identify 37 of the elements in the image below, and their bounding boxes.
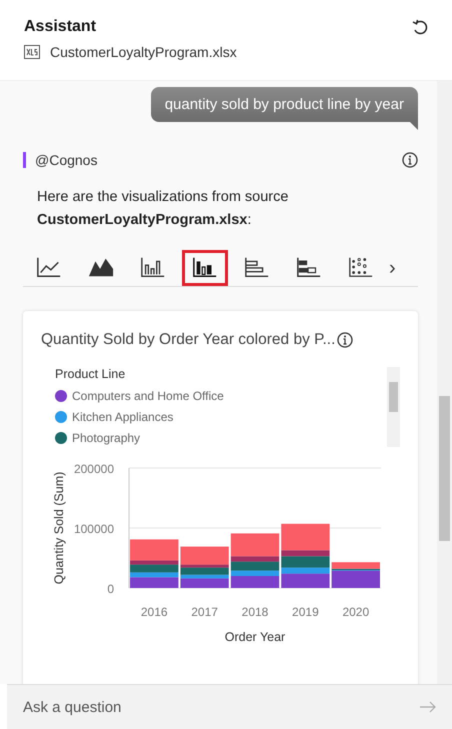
x-tick-label: 2020 (342, 605, 370, 619)
bar-chart-icon (244, 255, 270, 279)
stacked-bar-chart-icon (296, 255, 322, 279)
spreadsheet-file-icon (24, 45, 40, 59)
reset-icon[interactable] (412, 19, 428, 35)
chart-type-tab[interactable] (182, 250, 228, 286)
sender-name: @Cognos (23, 152, 98, 168)
legend-label: Kitchen Appliances (72, 410, 174, 424)
legend-label: Computers and Home Office (72, 388, 224, 402)
y-tick-label: 100000 (74, 522, 114, 536)
scrollbar[interactable] (437, 81, 452, 684)
legend-scrollbar[interactable] (387, 367, 400, 447)
stacked-column-chart-icon (192, 255, 218, 279)
y-tick-label: 200000 (74, 462, 114, 476)
user-message: quantity sold by product line by year (150, 87, 418, 122)
x-tick-label: 2016 (140, 605, 168, 619)
x-tick-label: 2018 (242, 605, 268, 619)
next-button[interactable]: › (387, 256, 398, 280)
scatter-chart-icon (348, 255, 374, 279)
y-tick-label: 0 (107, 582, 114, 596)
x-axis-title: Order Year (224, 630, 286, 644)
column-chart-icon (140, 255, 166, 279)
chart-title: Quantity Sold by Order Year colored by P... (41, 331, 336, 349)
info-icon[interactable] (402, 152, 418, 168)
x-tick-label: 2017 (191, 605, 218, 619)
file-name: CustomerLoyaltyProgram.xlsx (50, 44, 237, 60)
legend-title: Product Line (55, 367, 126, 381)
info-icon[interactable] (337, 332, 354, 348)
y-axis-title: Quantity Sold (Sum) (52, 472, 66, 584)
legend-label: Photography (72, 430, 140, 444)
line-chart-icon (36, 255, 62, 279)
question-input[interactable]: Ask a question (23, 698, 420, 716)
x-tick-label: 2019 (292, 605, 319, 619)
question-field[interactable]: Ask a question (7, 684, 452, 729)
reply-message: Here are the visualizations from source CustomerLoyaltyProgram.xlsx: (37, 188, 290, 230)
panel-title: Assistant (24, 18, 96, 36)
bubble-tail (410, 122, 418, 130)
